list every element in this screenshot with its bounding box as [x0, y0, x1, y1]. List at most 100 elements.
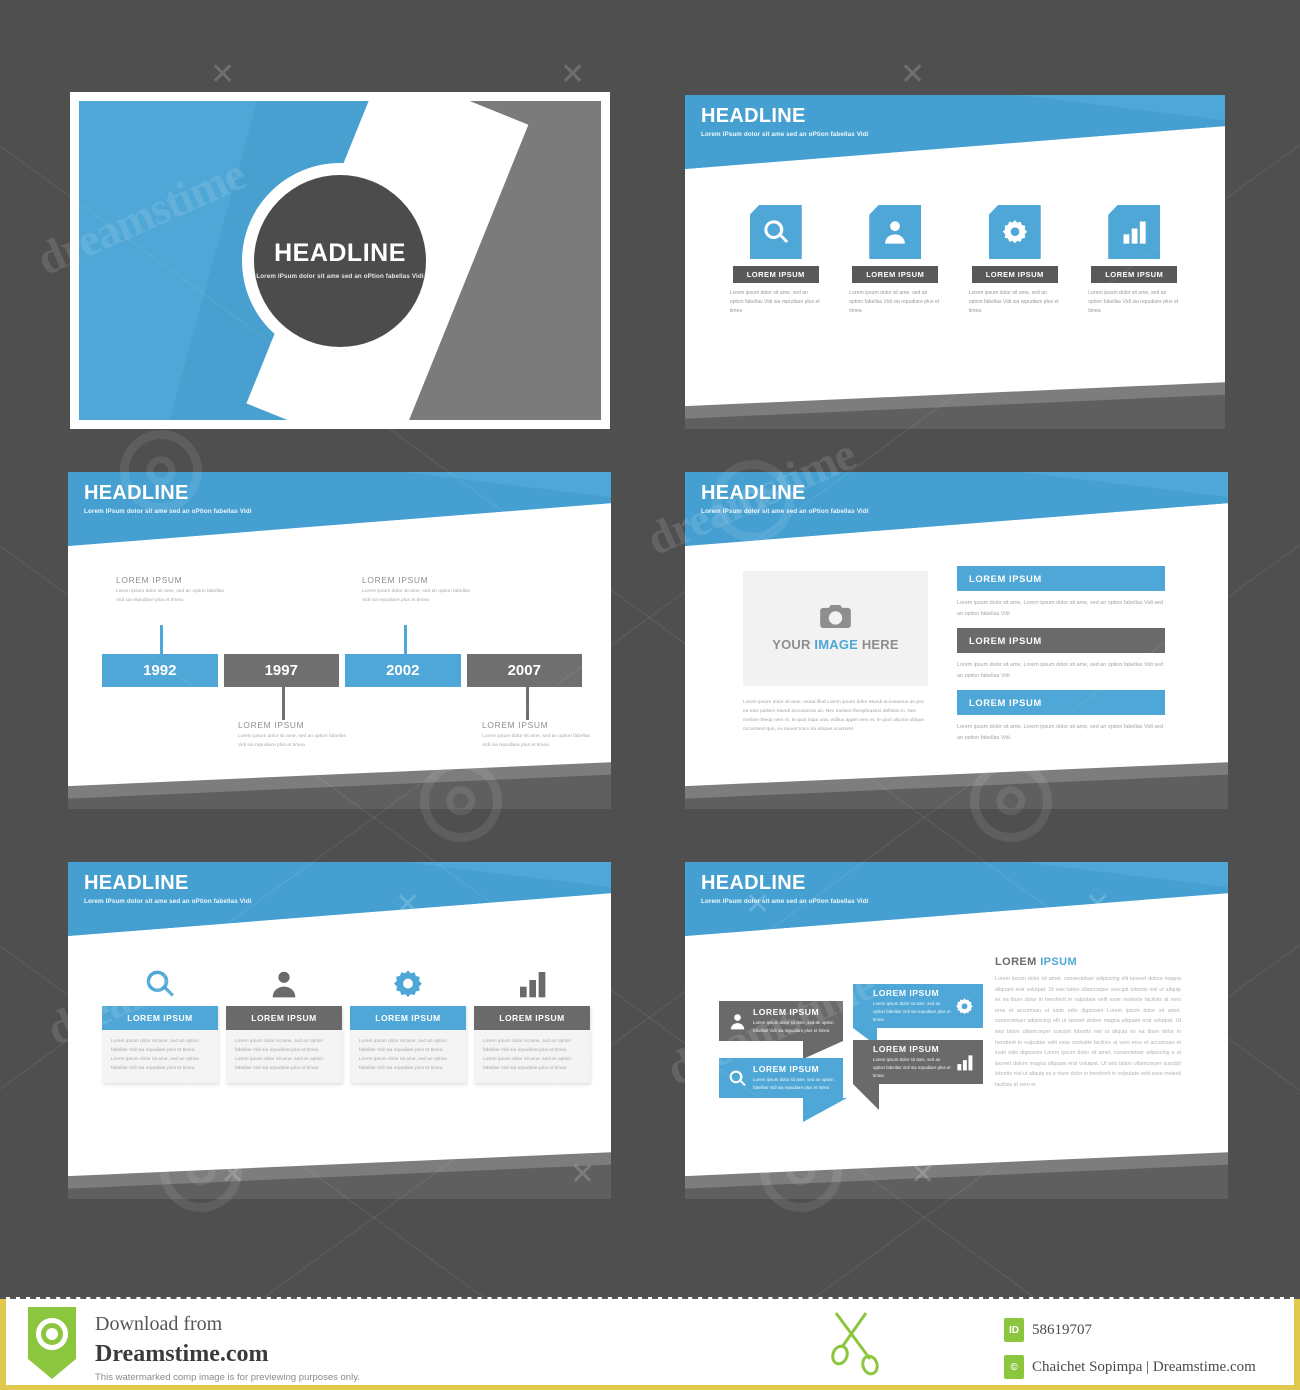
- bubble-user[interactable]: LOREM IPSUM Lorem ipsum dolor sit ame, s…: [719, 1001, 843, 1041]
- footer-download-label: Download from: [95, 1313, 223, 1335]
- image-placeholder-label: YOUR IMAGE HERE: [772, 637, 899, 652]
- watermark-x: ✕: [210, 58, 236, 91]
- tile-user[interactable]: [869, 205, 922, 259]
- feature-card[interactable]: LOREM IPSUM Lorem ipsum dolor sit ame, s…: [350, 962, 466, 1084]
- bubble-text: Lorem ipsum dolor sit ame, sed an option…: [753, 1020, 834, 1033]
- slide-feature-cards[interactable]: HEADLINE Lorem IPsum dolor sit ame sed a…: [68, 862, 611, 1199]
- footer-border-bottom: [0, 1385, 1300, 1390]
- card-header: LOREM IPSUM: [226, 1006, 342, 1030]
- block-text: Lorem ipsum dolor sit ame, Lorem ipsum d…: [957, 662, 1164, 679]
- feature-card-row: LOREM IPSUM Lorem ipsum dolor sit ame, s…: [102, 962, 590, 1084]
- caption-text: Lorem ipsum dolor sit ame, sed an option…: [482, 734, 590, 748]
- timeline-stem-2007: [526, 687, 529, 720]
- slide6-side-column: LOREM IPSUM Lorem ipsum dolor sit amet, …: [995, 956, 1181, 1091]
- gear-icon: [1002, 220, 1027, 244]
- timeline-caption-2002: LOREM IPSUM Lorem ipsum dolor sit ame, s…: [362, 575, 474, 606]
- bubble-text-group: LOREM IPSUM Lorem ipsum dolor sit ame, s…: [753, 1064, 843, 1091]
- footer-id-value: 58619707: [1032, 1321, 1092, 1338]
- card-header: LOREM IPSUM: [102, 1006, 218, 1030]
- timeline-year-bar[interactable]: 2002: [345, 654, 461, 687]
- timeline-year-bar[interactable]: 2007: [466, 654, 582, 687]
- caption-title: LOREM IPSUM: [362, 575, 429, 585]
- timeline-year-bar[interactable]: 1992: [102, 654, 218, 687]
- header-text-group: HEADLINE Lorem IPsum dolor sit ame sed a…: [701, 873, 869, 905]
- slide4-header: HEADLINE Lorem IPsum dolor sit ame sed a…: [685, 472, 1228, 546]
- copyright-badge-icon: ©: [1004, 1355, 1024, 1379]
- tile-gear[interactable]: [988, 205, 1041, 259]
- side-title-pre: LOREM: [995, 956, 1041, 968]
- slide4-caption: Lorem ipsum dolor sit ame, mutat illud L…: [743, 700, 925, 733]
- bar-chart-icon: [1123, 221, 1146, 244]
- slide-image-blocks[interactable]: HEADLINE Lorem IPsum dolor sit ame sed a…: [685, 472, 1228, 809]
- bubble-icon-slot: [728, 1008, 747, 1034]
- icon-tile-cell[interactable]: LOREM IPSUM Lorem ipsum dolor sit ame, s…: [843, 205, 949, 316]
- poster-canvas: HEADLINE Lorem IPsum dolor sit ame sed a…: [0, 0, 1300, 1297]
- image-label-highlight: IMAGE: [814, 637, 859, 652]
- user-icon: [730, 1013, 745, 1029]
- bubble-label: LOREM IPSUM: [873, 1044, 940, 1055]
- feature-card[interactable]: LOREM IPSUM Lorem ipsum dolor sit ame, s…: [226, 962, 342, 1084]
- side-title: LOREM IPSUM: [995, 956, 1181, 968]
- bubble-gear[interactable]: LOREM IPSUM Lorem ipsum dolor sit ame, s…: [853, 984, 983, 1028]
- slide4-subheadline: Lorem IPsum dolor sit ame sed an oPtion …: [701, 508, 869, 515]
- slide5-footer-bands: [68, 1147, 611, 1199]
- footer-border-left: [0, 1299, 6, 1390]
- search-icon: [729, 1070, 746, 1086]
- slide5-subheadline: Lorem IPsum dolor sit ame sed an oPtion …: [84, 898, 252, 905]
- tile-label: LOREM IPSUM: [732, 266, 819, 283]
- camera-icon: [820, 605, 851, 628]
- image-placeholder[interactable]: YOUR IMAGE HERE: [743, 571, 928, 686]
- scissors-icon: [831, 1312, 879, 1376]
- bubble-text-group: LOREM IPSUM Lorem ipsum dolor sit ame, s…: [753, 1007, 843, 1034]
- slide6-headline: HEADLINE: [701, 872, 806, 894]
- slide5-header: HEADLINE Lorem IPsum dolor sit ame sed a…: [68, 862, 611, 936]
- tile-bar-chart[interactable]: [1108, 205, 1161, 259]
- block-button[interactable]: LOREM IPSUM: [957, 566, 1165, 591]
- gear-icon: [394, 970, 422, 998]
- block-button[interactable]: LOREM IPSUM: [957, 690, 1165, 716]
- card-text: Lorem ipsum dolor sit ame, sed an option…: [235, 1039, 323, 1072]
- slide2-headline: HEADLINE: [701, 105, 806, 127]
- icon-tile-row: LOREM IPSUM Lorem ipsum dolor sit ame, s…: [723, 205, 1187, 316]
- bubble-icon-slot: [955, 1049, 974, 1075]
- slide4-block-column: LOREM IPSUM Lorem ipsum dolor sit ame, L…: [957, 566, 1165, 752]
- slide5-headline: HEADLINE: [84, 872, 189, 894]
- slide-icon-tiles[interactable]: HEADLINE Lorem IPsum dolor sit ame sed a…: [685, 95, 1225, 429]
- slide-title-artboard: HEADLINE Lorem IPsum dolor sit ame sed a…: [79, 101, 601, 420]
- bubble-label: LOREM IPSUM: [753, 1007, 820, 1018]
- slide-speech-bubbles[interactable]: HEADLINE Lorem IPsum dolor sit ame sed a…: [685, 862, 1228, 1199]
- tile-search[interactable]: [749, 205, 802, 259]
- timeline-year-bar[interactable]: 1997: [223, 654, 339, 687]
- slide3-footer-bands: [68, 757, 611, 809]
- icon-tile-cell[interactable]: LOREM IPSUM Lorem ipsum dolor sit ame, s…: [723, 205, 829, 316]
- slide6-subheadline: Lorem IPsum dolor sit ame sed an oPtion …: [701, 898, 869, 905]
- footer-image-id: ID 58619707: [1004, 1318, 1092, 1342]
- slide1-headline: HEADLINE: [274, 239, 406, 267]
- card-body-wrap: LOREM IPSUM Lorem ipsum dolor sit ame, s…: [474, 1006, 590, 1084]
- bubble-search[interactable]: LOREM IPSUM Lorem ipsum dolor sit ame, s…: [719, 1058, 843, 1098]
- bubble-bar-chart[interactable]: LOREM IPSUM Lorem ipsum dolor sit ame, s…: [853, 1040, 983, 1084]
- timeline-stem-1992: [160, 625, 163, 655]
- header-text-group: HEADLINE Lorem IPsum dolor sit ame sed a…: [701, 106, 869, 138]
- bubble-text: Lorem ipsum dolor sit ame, sed an option…: [873, 1057, 951, 1078]
- card-body-wrap: LOREM IPSUM Lorem ipsum dolor sit ame, s…: [226, 1006, 342, 1084]
- card-header: LOREM IPSUM: [474, 1006, 590, 1030]
- icon-tile-cell[interactable]: LOREM IPSUM Lorem ipsum dolor sit ame, s…: [962, 205, 1068, 316]
- timeline-bar-row: 1992 1997 2002 2007: [102, 654, 588, 687]
- footer-border-right: [1294, 1299, 1300, 1390]
- block-button[interactable]: LOREM IPSUM: [957, 628, 1165, 654]
- bubble-label: LOREM IPSUM: [753, 1064, 820, 1075]
- feature-card[interactable]: LOREM IPSUM Lorem ipsum dolor sit ame, s…: [474, 962, 590, 1084]
- title-circle: HEADLINE Lorem IPsum dolor sit ame sed a…: [254, 174, 426, 347]
- timeline-stem-1997: [282, 687, 285, 720]
- card-icon-slot: [474, 962, 590, 1006]
- tile-text: Lorem ipsum dolor sit ame, sed an option…: [968, 290, 1059, 314]
- slide-title[interactable]: HEADLINE Lorem IPsum dolor sit ame sed a…: [70, 92, 610, 429]
- feature-card[interactable]: LOREM IPSUM Lorem ipsum dolor sit ame, s…: [102, 962, 218, 1084]
- id-badge-icon: ID: [1004, 1318, 1024, 1342]
- footer-site-name[interactable]: Dreamstime.com: [95, 1341, 268, 1368]
- slide4-headline: HEADLINE: [701, 482, 806, 504]
- icon-tile-cell[interactable]: LOREM IPSUM Lorem ipsum dolor sit ame, s…: [1082, 205, 1188, 316]
- slide-timeline[interactable]: HEADLINE Lorem IPsum dolor sit ame sed a…: [68, 472, 611, 809]
- tile-label: LOREM IPSUM: [971, 266, 1058, 283]
